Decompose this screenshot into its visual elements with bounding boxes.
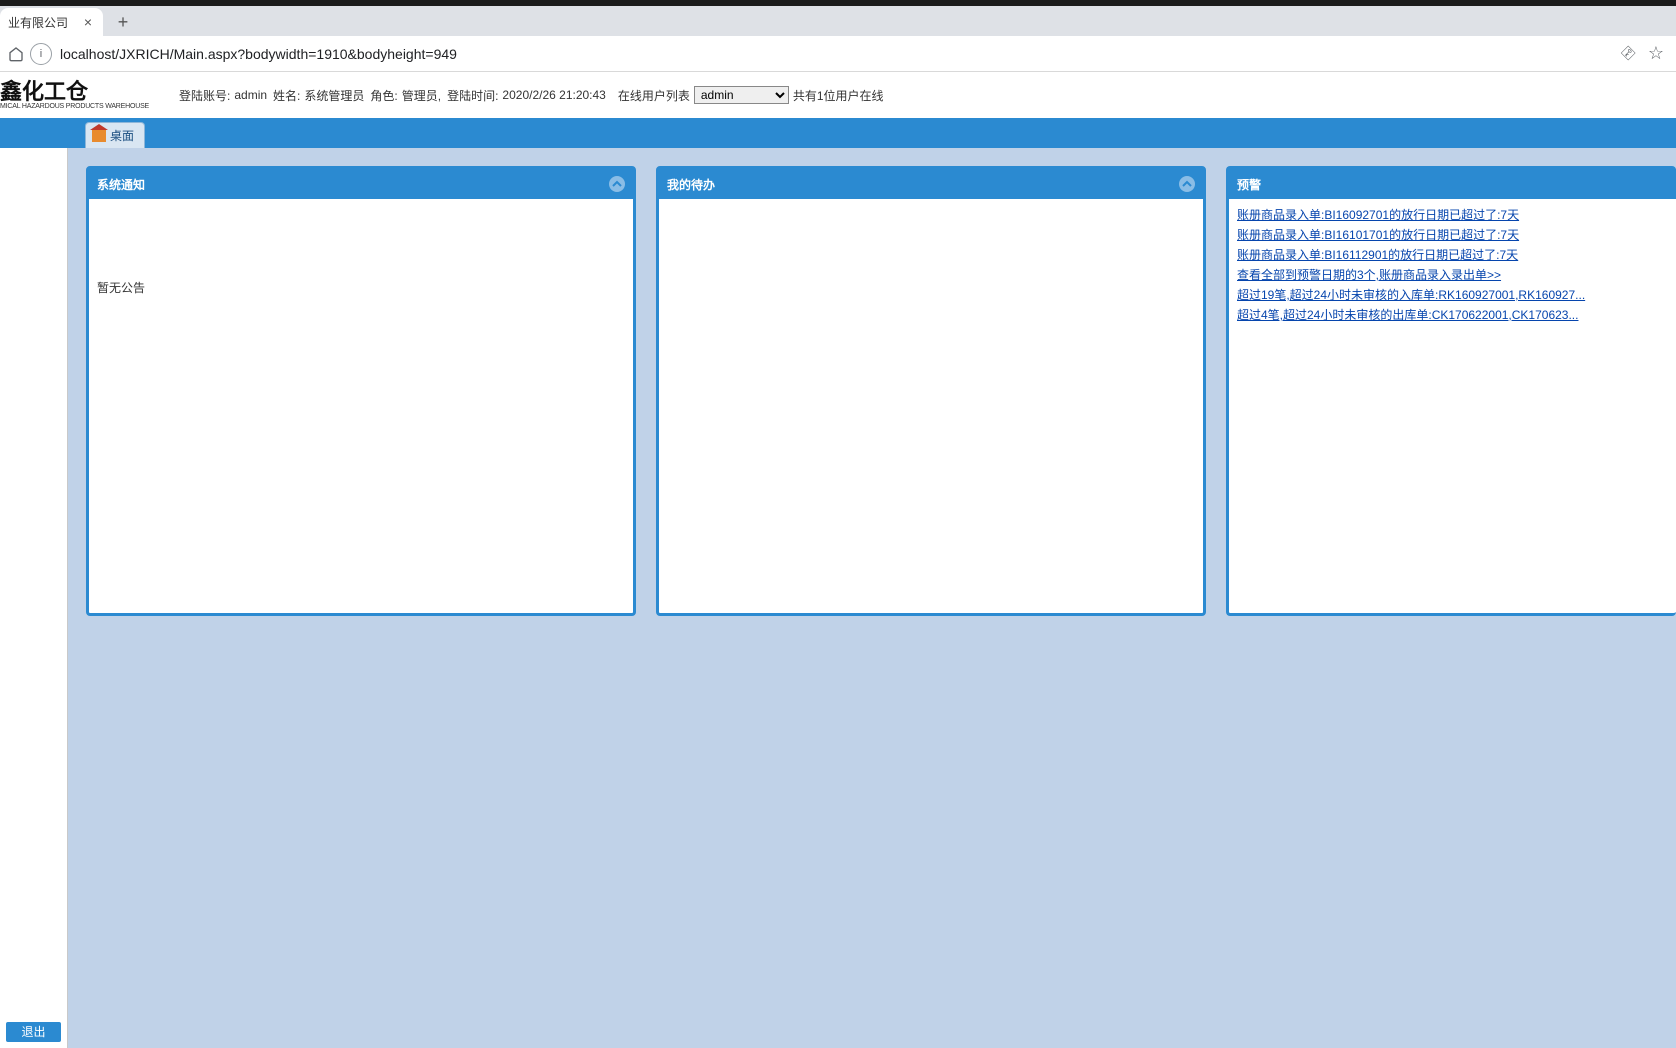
logo: 鑫化工仓 MICAL HAZARDOUS PRODUCTS WAREHOUSE [0,72,165,118]
panel-header-todo: 我的待办 [659,169,1203,199]
browser-tab[interactable]: 业有限公司 × [0,8,103,36]
alert-link[interactable]: 查看全部到预警日期的3个, [1237,268,1379,282]
account-value: admin [234,88,267,102]
panel-title: 预警 [1237,176,1261,193]
alert-link[interactable]: 账册商品录入录出单>> [1379,268,1501,282]
online-users: 在线用户列表 admin 共有1位用户在线 [618,86,884,104]
online-user-select[interactable]: admin [694,86,789,104]
chevron-up-icon[interactable] [609,176,625,192]
account-label: 登陆账号: [179,87,230,104]
panel-title: 我的待办 [667,176,715,193]
logo-subtext: MICAL HAZARDOUS PRODUCTS WAREHOUSE [0,103,165,110]
app-header: 鑫化工仓 MICAL HAZARDOUS PRODUCTS WAREHOUSE … [0,72,1676,118]
panel-body-todo [659,199,1203,613]
name-value: 系统管理员 [304,87,364,104]
login-info: 登陆账号: admin 姓名: 系统管理员 角色: 管理员, 登陆时间: 202… [179,87,608,104]
online-count: 共有1位用户在线 [793,87,884,104]
panel-body-notice: 暂无公告 [89,199,633,613]
close-icon[interactable]: × [81,15,95,29]
new-tab-button[interactable]: + [109,8,137,36]
panel-header-notice: 系统通知 [89,169,633,199]
alert-link[interactable]: 超过19笔,超过24小时未审核的入库单:RK160927001,RK160927… [1237,285,1668,305]
chevron-up-icon[interactable] [1179,176,1195,192]
panel-title: 系统通知 [97,176,145,193]
bookmark-star-icon[interactable]: ☆ [1648,43,1664,64]
panel-my-todo: 我的待办 [656,166,1206,616]
notice-empty-text: 暂无公告 [97,279,145,296]
browser-address-bar: i localhost/JXRICH/Main.aspx?bodywidth=1… [0,36,1676,72]
alert-link[interactable]: 账册商品录入单:BI16101701的放行日期已超过了:7天 [1237,225,1668,245]
nav-strip: 桌面 [0,118,1676,148]
alert-link[interactable]: 超过4笔,超过24小时未审核的出库单:CK170622001,CK170623.… [1237,305,1668,325]
online-label: 在线用户列表 [618,87,690,104]
logo-text: 鑫化工仓 [0,81,165,103]
url-text[interactable]: localhost/JXRICH/Main.aspx?bodywidth=191… [60,46,1622,62]
time-value: 2020/2/26 21:20:43 [502,88,605,102]
alert-link[interactable]: 账册商品录入单:BI16112901的放行日期已超过了:7天 [1237,245,1668,265]
logout-button[interactable]: 退出 [6,1022,61,1042]
panel-header-alerts: 预警 [1229,169,1676,199]
alert-line-4: 查看全部到预警日期的3个,账册商品录入录出单>> [1237,265,1668,285]
role-label: 角色: [370,87,397,104]
tab-desktop-label: 桌面 [110,127,134,144]
browser-tab-title: 业有限公司 [8,14,81,31]
panel-system-notice: 系统通知 暂无公告 [86,166,636,616]
panel-body-alerts: 账册商品录入单:BI16092701的放行日期已超过了:7天 账册商品录入单:B… [1229,199,1676,613]
role-value: 管理员, [402,87,441,104]
name-label: 姓名: [273,87,300,104]
browser-tab-strip: 业有限公司 × + [0,6,1676,36]
main-area: 退出 系统通知 暂无公告 我的待办 [0,148,1676,1048]
alert-link[interactable]: 账册商品录入单:BI16092701的放行日期已超过了:7天 [1237,205,1668,225]
time-label: 登陆时间: [447,87,498,104]
logout-label: 退出 [21,1025,45,1039]
home-tab-icon [92,130,106,142]
panel-alerts: 预警 账册商品录入单:BI16092701的放行日期已超过了:7天 账册商品录入… [1226,166,1676,616]
tab-desktop[interactable]: 桌面 [85,122,145,148]
site-info-icon[interactable]: i [30,43,52,65]
left-sidebar: 退出 [0,148,68,1048]
home-icon[interactable] [6,44,26,64]
panels-row: 系统通知 暂无公告 我的待办 预警 [68,148,1676,1048]
